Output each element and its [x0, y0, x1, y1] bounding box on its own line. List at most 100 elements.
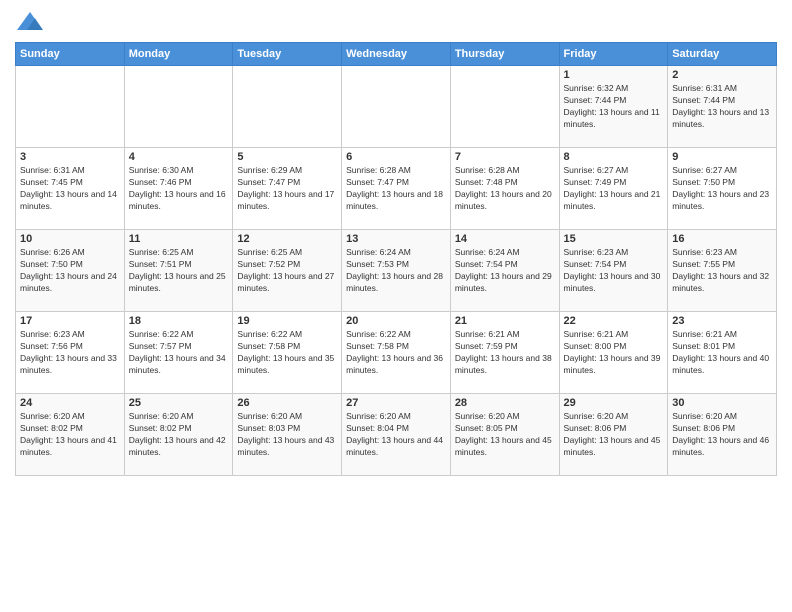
weekday-header: Saturday	[668, 43, 777, 66]
day-info: Sunrise: 6:23 AMSunset: 7:56 PMDaylight:…	[20, 329, 120, 377]
day-number: 27	[346, 397, 446, 409]
calendar-cell: 11 Sunrise: 6:25 AMSunset: 7:51 PMDayligh…	[124, 230, 233, 312]
calendar-cell: 17 Sunrise: 6:23 AMSunset: 7:56 PMDayligh…	[16, 312, 125, 394]
day-number: 21	[455, 315, 555, 327]
day-info: Sunrise: 6:24 AMSunset: 7:53 PMDaylight:…	[346, 247, 446, 295]
calendar-cell: 23 Sunrise: 6:21 AMSunset: 8:01 PMDayligh…	[668, 312, 777, 394]
day-info: Sunrise: 6:22 AMSunset: 7:58 PMDaylight:…	[346, 329, 446, 377]
calendar-cell: 29Sunrise: 6:20 AMSunset: 8:06 PMDayligh…	[559, 394, 668, 476]
day-info: Sunrise: 6:20 AMSunset: 8:04 PMDaylight:…	[346, 411, 446, 459]
calendar-cell: 21 Sunrise: 6:21 AMSunset: 7:59 PMDayligh…	[450, 312, 559, 394]
calendar-cell	[342, 66, 451, 148]
day-number: 28	[455, 397, 555, 409]
day-info: Sunrise: 6:20 AMSunset: 8:03 PMDaylight:…	[237, 411, 337, 459]
day-number: 9	[672, 151, 772, 163]
weekday-header: Monday	[124, 43, 233, 66]
day-info: Sunrise: 6:28 AMSunset: 7:48 PMDaylight:…	[455, 165, 555, 213]
day-info: Sunrise: 6:21 AMSunset: 7:59 PMDaylight:…	[455, 329, 555, 377]
calendar-cell: 26 Sunrise: 6:20 AMSunset: 8:03 PMDayligh…	[233, 394, 342, 476]
day-number: 19	[237, 315, 337, 327]
calendar-week-row: 24 Sunrise: 6:20 AMSunset: 8:02 PMDayligh…	[16, 394, 777, 476]
day-number: 2	[672, 69, 772, 81]
calendar-week-row: 3 Sunrise: 6:31 AMSunset: 7:45 PMDaylight…	[16, 148, 777, 230]
calendar-cell: 13 Sunrise: 6:24 AMSunset: 7:53 PMDayligh…	[342, 230, 451, 312]
day-number: 17	[20, 315, 120, 327]
calendar-cell: 5 Sunrise: 6:29 AMSunset: 7:47 PMDaylight…	[233, 148, 342, 230]
day-info: Sunrise: 6:22 AMSunset: 7:58 PMDaylight:…	[237, 329, 337, 377]
calendar-cell: 27 Sunrise: 6:20 AMSunset: 8:04 PMDayligh…	[342, 394, 451, 476]
day-info: Sunrise: 6:31 AMSunset: 7:45 PMDaylight:…	[20, 165, 120, 213]
calendar-cell: 9 Sunrise: 6:27 AMSunset: 7:50 PMDaylight…	[668, 148, 777, 230]
day-number: 26	[237, 397, 337, 409]
day-number: 15	[564, 233, 664, 245]
day-number: 29	[564, 397, 664, 409]
day-info: Sunrise: 6:25 AMSunset: 7:52 PMDaylight:…	[237, 247, 337, 295]
calendar-cell: 18 Sunrise: 6:22 AMSunset: 7:57 PMDayligh…	[124, 312, 233, 394]
day-number: 14	[455, 233, 555, 245]
day-number: 7	[455, 151, 555, 163]
day-number: 5	[237, 151, 337, 163]
day-number: 24	[20, 397, 120, 409]
header	[15, 10, 777, 34]
calendar-cell: 19 Sunrise: 6:22 AMSunset: 7:58 PMDayligh…	[233, 312, 342, 394]
day-info: Sunrise: 6:20 AMSunset: 8:06 PMDaylight:…	[672, 411, 772, 459]
day-number: 4	[129, 151, 229, 163]
day-number: 13	[346, 233, 446, 245]
day-info: Sunrise: 6:25 AMSunset: 7:51 PMDaylight:…	[129, 247, 229, 295]
day-number: 12	[237, 233, 337, 245]
weekday-header: Wednesday	[342, 43, 451, 66]
logo	[15, 10, 49, 34]
day-info: Sunrise: 6:23 AMSunset: 7:54 PMDaylight:…	[564, 247, 664, 295]
calendar-week-row: 17 Sunrise: 6:23 AMSunset: 7:56 PMDayligh…	[16, 312, 777, 394]
day-number: 3	[20, 151, 120, 163]
day-info: Sunrise: 6:28 AMSunset: 7:47 PMDaylight:…	[346, 165, 446, 213]
day-info: Sunrise: 6:23 AMSunset: 7:55 PMDaylight:…	[672, 247, 772, 295]
day-number: 30	[672, 397, 772, 409]
day-info: Sunrise: 6:22 AMSunset: 7:57 PMDaylight:…	[129, 329, 229, 377]
day-info: Sunrise: 6:20 AMSunset: 8:05 PMDaylight:…	[455, 411, 555, 459]
page-container: SundayMondayTuesdayWednesdayThursdayFrid…	[0, 0, 792, 486]
calendar-table: SundayMondayTuesdayWednesdayThursdayFrid…	[15, 42, 777, 476]
calendar-cell: 4 Sunrise: 6:30 AMSunset: 7:46 PMDaylight…	[124, 148, 233, 230]
calendar-cell: 30 Sunrise: 6:20 AMSunset: 8:06 PMDayligh…	[668, 394, 777, 476]
day-number: 6	[346, 151, 446, 163]
calendar-cell	[233, 66, 342, 148]
calendar-cell: 6 Sunrise: 6:28 AMSunset: 7:47 PMDaylight…	[342, 148, 451, 230]
day-number: 22	[564, 315, 664, 327]
day-info: Sunrise: 6:29 AMSunset: 7:47 PMDaylight:…	[237, 165, 337, 213]
day-info: Sunrise: 6:26 AMSunset: 7:50 PMDaylight:…	[20, 247, 120, 295]
day-info: Sunrise: 6:21 AMSunset: 8:01 PMDaylight:…	[672, 329, 772, 377]
day-info: Sunrise: 6:32 AMSunset: 7:44 PMDaylight:…	[564, 83, 664, 131]
calendar-week-row: 1Sunrise: 6:32 AMSunset: 7:44 PMDaylight…	[16, 66, 777, 148]
calendar-cell: 1Sunrise: 6:32 AMSunset: 7:44 PMDaylight…	[559, 66, 668, 148]
day-info: Sunrise: 6:24 AMSunset: 7:54 PMDaylight:…	[455, 247, 555, 295]
day-info: Sunrise: 6:20 AMSunset: 8:02 PMDaylight:…	[129, 411, 229, 459]
calendar-cell: 3 Sunrise: 6:31 AMSunset: 7:45 PMDaylight…	[16, 148, 125, 230]
day-number: 23	[672, 315, 772, 327]
day-info: Sunrise: 6:20 AMSunset: 8:02 PMDaylight:…	[20, 411, 120, 459]
calendar-cell: 24 Sunrise: 6:20 AMSunset: 8:02 PMDayligh…	[16, 394, 125, 476]
day-info: Sunrise: 6:27 AMSunset: 7:50 PMDaylight:…	[672, 165, 772, 213]
calendar-cell: 7 Sunrise: 6:28 AMSunset: 7:48 PMDaylight…	[450, 148, 559, 230]
day-number: 11	[129, 233, 229, 245]
calendar-cell: 25Sunrise: 6:20 AMSunset: 8:02 PMDayligh…	[124, 394, 233, 476]
weekday-header: Sunday	[16, 43, 125, 66]
logo-icon	[15, 10, 45, 34]
calendar-cell	[16, 66, 125, 148]
day-number: 8	[564, 151, 664, 163]
calendar-cell: 15 Sunrise: 6:23 AMSunset: 7:54 PMDayligh…	[559, 230, 668, 312]
calendar-cell: 20Sunrise: 6:22 AMSunset: 7:58 PMDayligh…	[342, 312, 451, 394]
day-info: Sunrise: 6:21 AMSunset: 8:00 PMDaylight:…	[564, 329, 664, 377]
day-info: Sunrise: 6:27 AMSunset: 7:49 PMDaylight:…	[564, 165, 664, 213]
weekday-header: Friday	[559, 43, 668, 66]
calendar-cell: 14 Sunrise: 6:24 AMSunset: 7:54 PMDayligh…	[450, 230, 559, 312]
calendar-cell	[124, 66, 233, 148]
day-number: 18	[129, 315, 229, 327]
day-number: 16	[672, 233, 772, 245]
day-info: Sunrise: 6:30 AMSunset: 7:46 PMDaylight:…	[129, 165, 229, 213]
calendar-cell: 22 Sunrise: 6:21 AMSunset: 8:00 PMDayligh…	[559, 312, 668, 394]
calendar-cell: 28 Sunrise: 6:20 AMSunset: 8:05 PMDayligh…	[450, 394, 559, 476]
calendar-cell	[450, 66, 559, 148]
weekday-header: Tuesday	[233, 43, 342, 66]
calendar-cell: 8 Sunrise: 6:27 AMSunset: 7:49 PMDaylight…	[559, 148, 668, 230]
